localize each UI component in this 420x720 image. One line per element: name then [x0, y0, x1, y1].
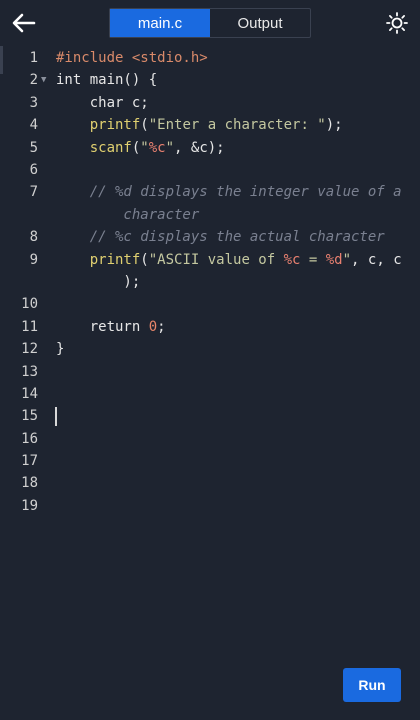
sun-icon — [386, 12, 408, 34]
code-line-3: 3 char c; — [0, 92, 420, 114]
line-number: 5 — [29, 139, 38, 156]
function-name: printf — [56, 251, 141, 268]
string-literal: "ASCII value of — [148, 251, 284, 268]
line-number: 6 — [29, 161, 38, 178]
code-line-15: 15 — [0, 405, 420, 427]
code-line-8: 8 // %c displays the actual character — [0, 226, 420, 248]
code-text: ; — [157, 318, 166, 335]
format-specifier: %c — [283, 251, 301, 268]
code-text: int main() { — [56, 72, 158, 89]
code-text: , c, c — [351, 251, 402, 268]
code-text-wrapped: ); — [56, 273, 141, 290]
back-button[interactable] — [8, 8, 40, 38]
include-directive: #include — [56, 50, 132, 66]
include-header: <stdio.h> — [131, 50, 208, 66]
number-literal: 0 — [148, 318, 158, 335]
code-line-5: 5 scanf("%c", &c); — [0, 137, 420, 159]
line-number: 14 — [21, 385, 38, 402]
function-name: printf — [56, 117, 141, 134]
paren: ( — [140, 251, 149, 268]
code-line-1: 1 #include <stdio.h> — [0, 47, 420, 69]
tab-output[interactable]: Output — [210, 9, 310, 37]
line-number: 12 — [21, 341, 38, 358]
line-number: 4 — [29, 117, 38, 134]
line-number: 10 — [21, 296, 38, 313]
string-literal: " — [140, 139, 149, 156]
code-text: } — [56, 341, 65, 358]
line-number: 19 — [21, 497, 38, 514]
arrow-left-icon — [12, 13, 36, 33]
top-bar: main.c Output — [0, 0, 420, 46]
line-number: 16 — [21, 430, 38, 447]
code-text: , &c); — [174, 139, 225, 156]
line-number: 17 — [21, 453, 38, 470]
return-keyword: return — [56, 318, 149, 335]
file-tabs: main.c Output — [109, 8, 311, 38]
string-literal: = — [300, 251, 326, 268]
comment-text: // %d displays the integer value of a — [56, 184, 402, 201]
paren: ( — [140, 117, 149, 134]
tab-main-c[interactable]: main.c — [110, 9, 210, 37]
theme-toggle-button[interactable] — [384, 10, 410, 36]
line-number: 9 — [29, 251, 38, 268]
comment-text-wrapped: character — [56, 206, 200, 223]
line-number: 3 — [29, 94, 38, 111]
code-line-12: 12 } — [0, 338, 420, 360]
code-line-6: 6 — [0, 159, 420, 181]
string-literal: " — [165, 139, 175, 156]
code-editor-app: main.c Output 1 #include <stdio.h> 2 ▼ i… — [0, 0, 420, 720]
code-line-4: 4 printf("Enter a character: "); — [0, 114, 420, 136]
paren: ); — [325, 117, 343, 134]
text-cursor — [55, 407, 57, 427]
code-line-10: 10 — [0, 293, 420, 315]
code-line-17: 17 — [0, 450, 420, 472]
line-number: 13 — [21, 363, 38, 380]
code-text: char c; — [56, 94, 149, 111]
format-specifier: %c — [148, 139, 166, 156]
line-number: 15 — [21, 408, 38, 425]
line-number: 1 — [29, 50, 38, 66]
code-line-13: 13 — [0, 361, 420, 383]
code-line-9: 9 printf("ASCII value of %c = %d", c, c … — [0, 249, 420, 294]
code-line-7: 7 // %d displays the integer value of a … — [0, 181, 420, 226]
code-line-16: 16 — [0, 428, 420, 450]
string-literal: " — [342, 251, 352, 268]
line-number: 18 — [21, 475, 38, 492]
code-line-18: 18 — [0, 472, 420, 494]
code-line-14: 14 — [0, 383, 420, 405]
code-line-2: 2 ▼ int main() { — [0, 69, 420, 91]
run-button[interactable]: Run — [343, 668, 401, 702]
format-specifier: %d — [325, 251, 343, 268]
code-editor[interactable]: 1 #include <stdio.h> 2 ▼ int main() { 3 … — [0, 47, 420, 517]
line-number: 11 — [21, 318, 38, 335]
string-literal: "Enter a character: " — [148, 117, 326, 134]
line-number: 7 — [29, 184, 38, 201]
line-number: 8 — [29, 229, 38, 246]
line-number: 2 — [29, 72, 38, 89]
code-line-19: 19 — [0, 495, 420, 517]
fold-arrow-icon[interactable]: ▼ — [41, 69, 46, 91]
comment-text: // %c displays the actual character — [56, 229, 385, 246]
code-line-11: 11 return 0; — [0, 316, 420, 338]
function-name: scanf — [56, 139, 132, 156]
